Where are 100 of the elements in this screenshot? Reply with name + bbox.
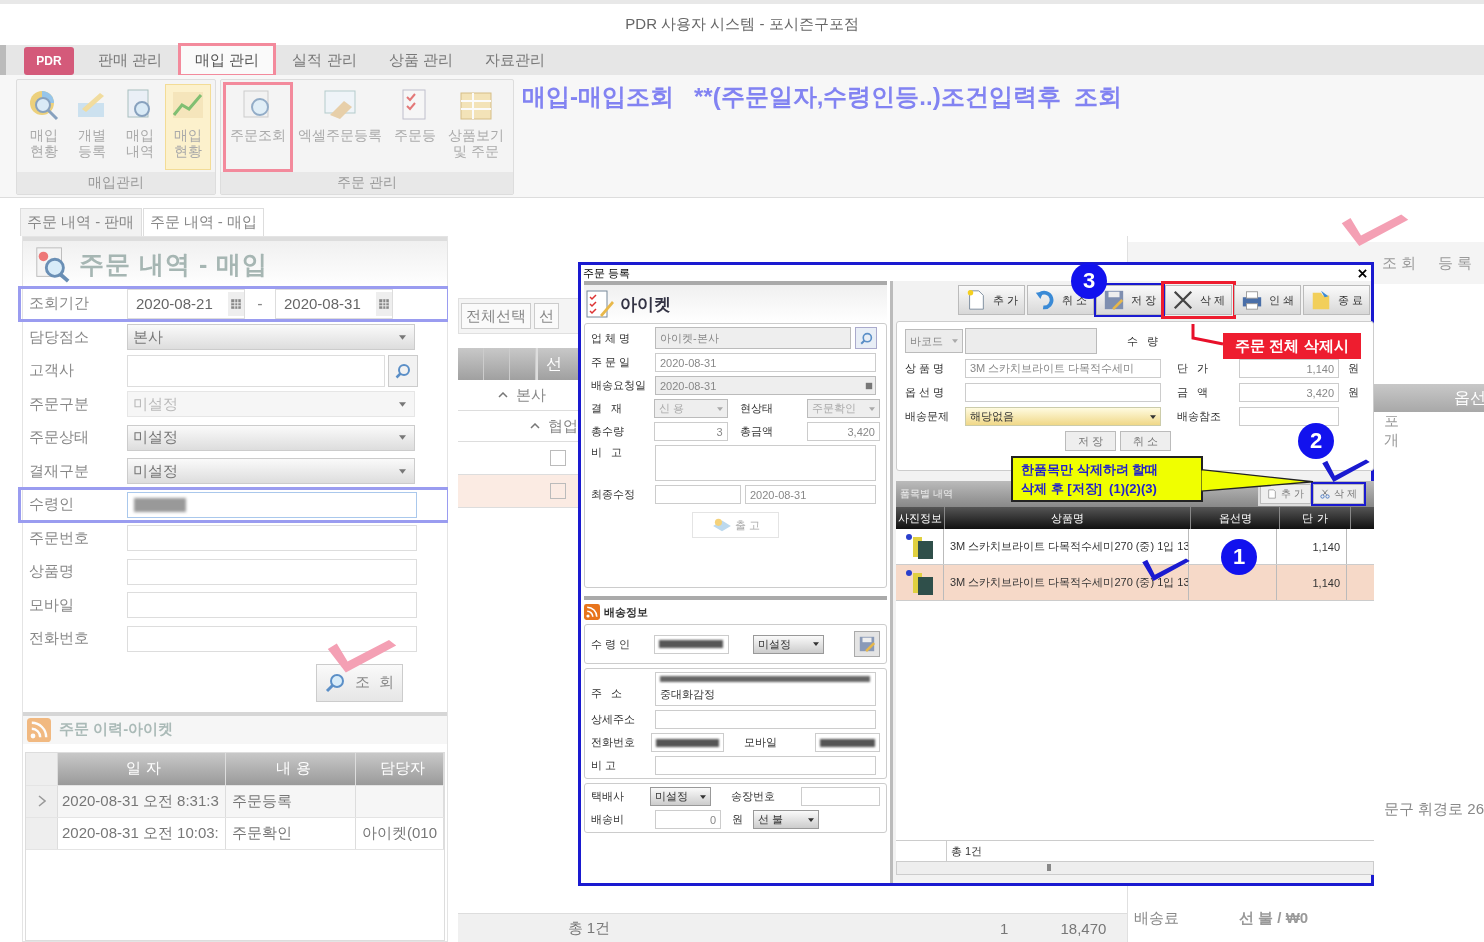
input-field[interactable]: 3,420 [806,422,880,441]
print-icon [1240,289,1263,311]
dropdown[interactable]: 해당없음 [965,407,1161,426]
menu-tab[interactable]: 상품 관리 [374,45,467,75]
field-label: 배송비 [591,812,625,827]
table-cell: 1,140 [1277,565,1347,600]
document-tab[interactable]: 주문 내역 - 판매 [20,208,142,236]
input-field[interactable] [654,634,730,654]
column-header: 선 [535,348,570,380]
calendar-icon[interactable] [865,381,873,390]
input-field[interactable]: 2020-08-31 [655,353,876,372]
document-tab[interactable]: 주문 내역 - 매입 [142,208,264,236]
input-field[interactable] [815,733,880,752]
toolbar-button[interactable]: 조 회 [1375,253,1422,273]
ribbon-button[interactable]: 매입 현황 [165,84,211,170]
field-label: 금 액 [1176,385,1210,400]
dropdown[interactable]: 미설정 [127,424,415,451]
dropdown[interactable]: 미설정 [649,787,711,806]
form-button[interactable]: 저 장 [1065,431,1117,451]
toolbar-button[interactable]: 추 가 [957,285,1025,315]
search-button[interactable]: 조 회 [316,663,403,702]
dropdown[interactable]: 미설정 [753,634,825,654]
date-field[interactable]: 2020-08-31 [275,288,393,319]
input-field[interactable]: 2020-08-31 [745,485,876,504]
field-label: 주 문 일 [591,355,632,370]
dropdown[interactable]: 신 용 [654,399,728,418]
dropdown[interactable]: 본사 [127,324,415,351]
toolbar-button[interactable]: 인 쇄 [1233,285,1301,315]
input-field[interactable]: 3 [654,422,728,441]
menu-tab[interactable]: 판매 관리 [84,45,177,75]
input-field[interactable] [651,733,724,752]
menu-tab[interactable]: 매입 관리 [180,45,275,75]
date-field[interactable]: 2020-08-21 [127,288,245,319]
redaction-mark [134,497,186,512]
save-button[interactable] [854,631,880,657]
horizontal-scrollbar[interactable] [896,861,1374,875]
input-field[interactable] [655,756,876,775]
toolbar-button[interactable]: 추 가 [1260,484,1312,504]
logo-icon[interactable]: PDR [24,47,74,75]
calendar-icon[interactable] [228,291,244,316]
field-label: 총수량 [591,424,625,439]
input-field[interactable] [800,787,880,806]
search-button[interactable] [388,354,418,387]
input-field[interactable] [655,710,876,729]
input-field[interactable]: 중대화감정 [655,672,876,706]
ribbon-button[interactable]: 주문조회 [225,84,291,170]
toolbar-button[interactable]: 전체선택 [460,303,531,329]
calendar-icon[interactable] [376,291,392,316]
toolbar-button[interactable]: 저 장 [1095,285,1163,315]
product-thumbnail [904,568,935,597]
input-field[interactable]: 1,140 [1239,359,1339,378]
toolbar-button[interactable]: 종 료 [1302,285,1370,315]
collapse-icon[interactable] [529,423,540,429]
ribbon-button[interactable]: 매입 내역 [117,84,163,170]
dropdown[interactable]: 주문확인 [806,399,880,418]
input-field[interactable]: 아이켓-본사 [655,327,851,349]
input-field[interactable]: 3,420 [1239,383,1339,402]
input-field[interactable] [127,625,417,652]
caret-icon [399,334,406,340]
field-label: 주문구분 [29,394,90,414]
menu-tab[interactable]: 자료관리 [470,45,559,75]
input-field[interactable] [127,525,417,552]
input-field[interactable] [965,328,1097,354]
input-field[interactable] [127,592,417,619]
input-field[interactable]: 0 [655,810,721,829]
date-field[interactable]: 2020-08-31 [655,376,876,395]
table-cell: 포 [1383,412,1399,431]
close-button[interactable] [1358,268,1367,278]
search-button[interactable] [855,327,877,349]
input-field[interactable] [127,558,417,585]
form-button[interactable]: 취 소 [1120,431,1172,451]
input-field[interactable] [127,491,417,518]
toolbar-button[interactable]: 선 [533,303,559,329]
input-field[interactable] [127,354,385,387]
toolbar-button[interactable]: 등 록 [1431,253,1478,273]
table-row[interactable]: 2020-08-31 오전 10:03: 주문확인 아이켓(010 [26,817,444,850]
ribbon-button[interactable]: 상품보기 및 주문 [443,84,509,170]
ribbon-button[interactable]: 개별 등록 [69,84,115,170]
caret-icon [399,401,406,407]
table-row[interactable]: 2020-08-31 오전 8:31:3 주문등록 [26,785,444,818]
ribbon-button[interactable]: 주문등 [389,84,441,170]
collapse-icon[interactable] [497,392,508,398]
table-cell: 2020-08-31 오전 8:31:3 [58,785,226,817]
input-field[interactable] [965,383,1161,402]
field-label: 배송요청일 [591,378,647,393]
ribbon-button[interactable]: 엑셀주문등록 [293,84,387,170]
ribbon-button[interactable]: 매입 현황 [21,84,67,170]
address-text: 문구 휘경로 26 [1382,800,1484,819]
input-field[interactable] [655,485,741,504]
field-value: 선 불 / ₩0 [1238,909,1309,928]
input-field[interactable] [655,445,876,481]
field-label: 조회기간 [29,294,90,314]
input-field[interactable] [1239,407,1339,426]
barcode-dropdown[interactable]: 바코드 [905,329,963,353]
toolbar-button[interactable]: 삭 제 [1313,484,1364,504]
undo-icon [1033,289,1056,311]
dropdown[interactable]: 선 불 [753,810,819,829]
input-field[interactable]: 3M 스카치브라이트 다목적수세미 [965,359,1161,378]
dropdown[interactable]: 미설정 [127,458,415,485]
menu-tab[interactable]: 실적 관리 [278,45,371,75]
